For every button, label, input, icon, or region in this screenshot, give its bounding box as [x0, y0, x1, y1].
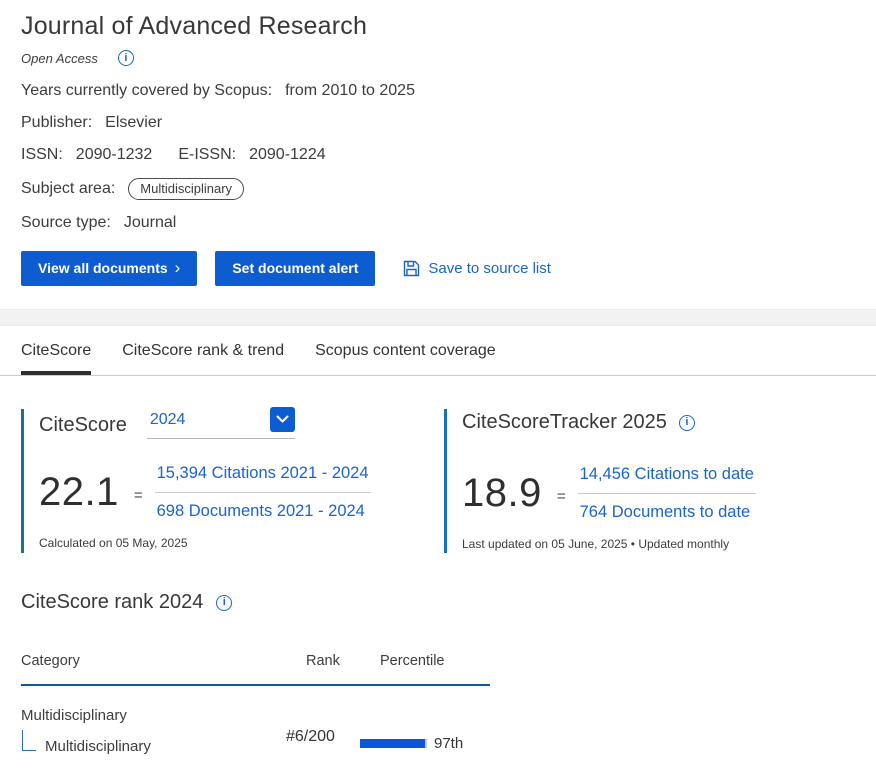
tracker-panel: CiteScoreTracker 2025 i 18.9 = 14,456 Ci… [444, 409, 854, 553]
rank-table-header: Category Rank Percentile [21, 653, 490, 686]
subcategory-label: Multidisciplinary [45, 738, 151, 755]
citescore-year-selected: 2024 [150, 411, 186, 428]
citescore-heading: CiteScore [39, 414, 127, 437]
category-group: Multidisciplinary [21, 707, 286, 724]
eissn-label: E-ISSN: [178, 146, 236, 164]
issn-value: 2090-1232 [76, 146, 153, 164]
citescore-fraction: 15,394 Citations 2021 - 2024 698 Documen… [155, 464, 371, 521]
tracker-heading: CiteScoreTracker 2025 [462, 411, 667, 434]
table-row: Multidisciplinary Multidisciplinary #6/2… [21, 686, 490, 755]
citescore-rank-section: CiteScore rank 2024 i Category Rank Perc… [21, 591, 876, 755]
source-type-label: Source type: [21, 214, 111, 232]
tracker-fraction: 14,456 Citations to date 764 Documents t… [578, 465, 756, 522]
tracker-citations-link[interactable]: 14,456 Citations to date [578, 465, 756, 493]
tab-bar: CiteScore CiteScore rank & trend Scopus … [0, 326, 876, 376]
source-header: Journal of Advanced Research Open Access… [0, 0, 876, 309]
citescore-year-dropdown[interactable]: 2024 [147, 411, 295, 439]
subject-area-pill[interactable]: Multidisciplinary [128, 178, 244, 200]
equals-sign: = [557, 488, 566, 505]
view-all-documents-label: View all documents [38, 260, 168, 276]
column-header-percentile: Percentile [380, 653, 490, 669]
open-access-info-icon[interactable]: i [118, 50, 134, 66]
column-header-rank: Rank [306, 653, 364, 669]
section-divider [0, 309, 876, 326]
rank-value: #6/200 [286, 707, 360, 755]
eissn-value: 2090-1224 [249, 146, 326, 164]
tracker-caption: Last updated on 05 June, 2025 • Updated … [462, 537, 854, 551]
tree-branch-icon [22, 730, 36, 751]
equals-sign: = [134, 487, 143, 504]
view-all-documents-button[interactable]: View all documents › [21, 251, 197, 286]
subject-area-label: Subject area: [21, 180, 115, 198]
tab-scopus-content-coverage[interactable]: Scopus content coverage [315, 342, 496, 375]
source-type-value: Journal [124, 214, 176, 232]
year-dropdown-button[interactable] [270, 407, 295, 432]
column-header-category: Category [21, 653, 306, 669]
open-access-label: Open Access [21, 51, 98, 66]
citescore-value: 22.1 [39, 470, 119, 515]
set-document-alert-label: Set document alert [232, 260, 358, 276]
issn-label: ISSN: [21, 146, 63, 164]
rank-table: Category Rank Percentile Multidisciplina… [21, 653, 490, 755]
save-to-source-list-label: Save to source list [428, 260, 551, 277]
chevron-right-icon: › [175, 262, 181, 274]
percentile-bar [360, 739, 427, 748]
chevron-down-icon [276, 415, 289, 424]
years-covered-label: Years currently covered by Scopus: [21, 82, 272, 100]
tab-citescore[interactable]: CiteScore [21, 342, 91, 375]
tab-citescore-rank-trend[interactable]: CiteScore rank & trend [122, 342, 284, 375]
tracker-value: 18.9 [462, 471, 542, 516]
publisher-value: Elsevier [105, 114, 162, 132]
set-document-alert-button[interactable]: Set document alert [215, 251, 375, 286]
rank-info-icon[interactable]: i [216, 595, 232, 611]
save-icon [403, 260, 420, 277]
citations-link[interactable]: 15,394 Citations 2021 - 2024 [155, 464, 371, 492]
rank-heading: CiteScore rank 2024 [21, 591, 203, 614]
years-covered-value: from 2010 to 2025 [285, 82, 415, 100]
save-to-source-list-link[interactable]: Save to source list [403, 260, 551, 277]
citescore-caption: Calculated on 05 May, 2025 [39, 536, 426, 550]
tracker-info-icon[interactable]: i [679, 415, 695, 431]
publisher-label: Publisher: [21, 114, 92, 132]
page-title: Journal of Advanced Research [21, 12, 855, 41]
citescore-panel: CiteScore 2024 22.1 = 15,394 Citations 2… [21, 409, 426, 553]
percentile-bar-fill [360, 739, 425, 748]
documents-link[interactable]: 698 Documents 2021 - 2024 [155, 493, 371, 521]
tracker-documents-link[interactable]: 764 Documents to date [578, 494, 756, 522]
percentile-value: 97th [434, 735, 463, 752]
